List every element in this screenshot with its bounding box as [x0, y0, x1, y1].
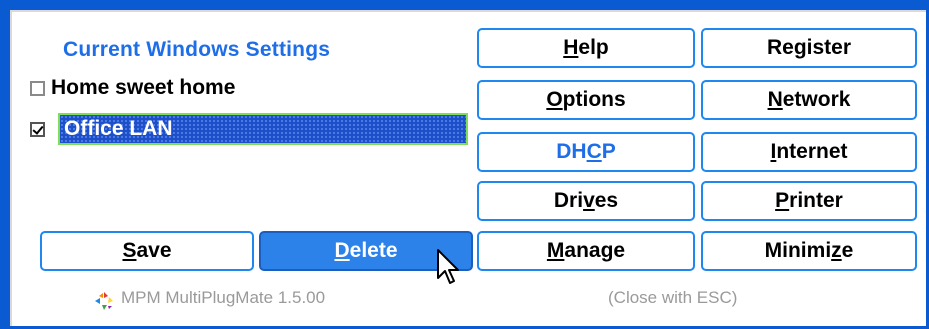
help-button[interactable]: Help [477, 28, 695, 68]
label-part: nternet [776, 140, 848, 163]
label-part: anage [564, 239, 626, 262]
register-button[interactable]: Register [701, 28, 917, 68]
label-part: DH [556, 140, 587, 163]
label-part: Dri [553, 189, 584, 212]
label-part: rinter [789, 189, 843, 212]
mnemonic: N [767, 88, 783, 111]
checkbox-home[interactable] [30, 80, 45, 96]
mnemonic: M [546, 239, 565, 262]
mnemonic: D [334, 239, 350, 262]
label-part: etwork [782, 88, 851, 111]
list-item-office-checkbox-row[interactable] [30, 113, 51, 145]
label-part: e [841, 239, 854, 262]
drives-button[interactable]: Dri v es [477, 181, 695, 221]
manage-button[interactable]: Manage [477, 231, 695, 271]
mnemonic: z [831, 239, 842, 262]
printer-button[interactable]: Printer [701, 181, 917, 221]
mnemonic: H [563, 36, 579, 59]
checkbox-office[interactable] [30, 121, 45, 137]
list-item-office-selected[interactable]: Office LAN [58, 113, 468, 145]
logo-icon [93, 290, 115, 317]
list-item-label: Office LAN [64, 117, 173, 140]
save-button[interactable]: Save [40, 231, 254, 271]
label-part: P [601, 140, 616, 163]
panel-title: Current Windows Settings [63, 38, 331, 61]
mnemonic: P [775, 189, 790, 212]
label-part: elete [349, 239, 398, 262]
mnemonic: S [122, 239, 137, 262]
app-version-label: MPM MultiPlugMate 1.5.00 [121, 288, 326, 307]
label-part: Minimi [764, 239, 832, 262]
network-button[interactable]: Network [701, 80, 917, 120]
internet-button[interactable]: Internet [701, 132, 917, 172]
close-hint-label: (Close with ESC) [608, 288, 738, 307]
mnemonic: O [546, 88, 563, 111]
button-label: Register [766, 36, 852, 59]
list-item-label: Home sweet home [51, 76, 236, 99]
dhcp-button[interactable]: DH C P [477, 132, 695, 172]
list-item-home[interactable]: Home sweet home [30, 72, 235, 104]
options-button[interactable]: Options [477, 80, 695, 120]
label-part: es [594, 189, 619, 212]
mnemonic: C [586, 140, 602, 163]
mnemonic: v [583, 189, 595, 212]
label-part: ave [136, 239, 172, 262]
label-part: ptions [562, 88, 626, 111]
minimize-button[interactable]: Minimi z e [701, 231, 917, 271]
label-part: elp [578, 36, 609, 59]
mouse-cursor-icon [436, 248, 460, 293]
